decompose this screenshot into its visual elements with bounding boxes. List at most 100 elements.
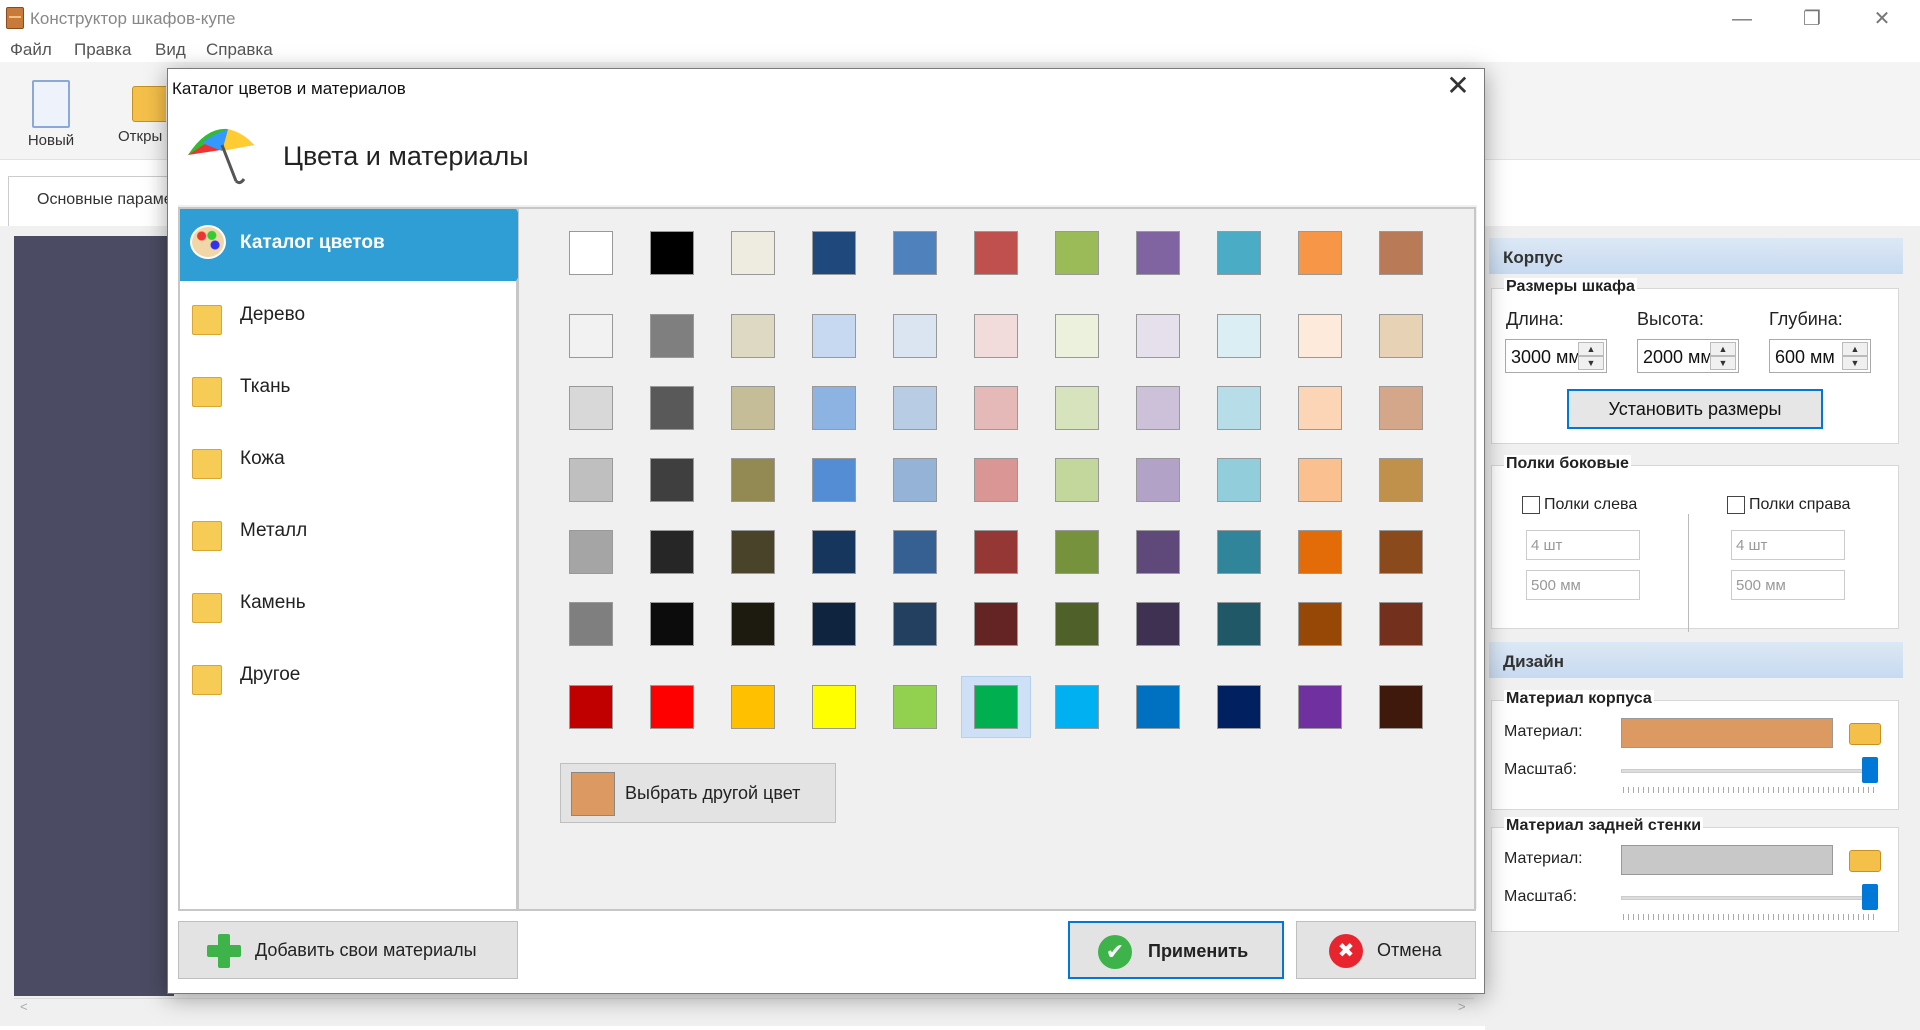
color-swatch[interactable]	[1055, 314, 1099, 358]
color-swatch[interactable]	[1298, 386, 1342, 430]
color-swatch[interactable]	[974, 231, 1018, 275]
color-swatch[interactable]	[1136, 685, 1180, 729]
color-swatch[interactable]	[1298, 685, 1342, 729]
color-swatch[interactable]	[1136, 458, 1180, 502]
color-swatch[interactable]	[569, 685, 613, 729]
scroll-left-icon[interactable]: <	[20, 999, 28, 1014]
color-swatch[interactable]	[650, 602, 694, 646]
category-color-catalog[interactable]: Каталог цветов	[180, 209, 538, 281]
color-swatch[interactable]	[1136, 386, 1180, 430]
color-swatch[interactable]	[1298, 231, 1342, 275]
back-material-swatch[interactable]	[1621, 845, 1833, 875]
color-swatch[interactable]	[650, 685, 694, 729]
left-shelves-size-input[interactable]: 500 мм	[1526, 570, 1640, 600]
color-swatch[interactable]	[650, 314, 694, 358]
color-swatch[interactable]	[1055, 685, 1099, 729]
color-swatch[interactable]	[893, 458, 937, 502]
color-swatch[interactable]	[812, 685, 856, 729]
color-swatch[interactable]	[731, 458, 775, 502]
3d-viewport[interactable]	[14, 236, 174, 996]
scroll-right-icon[interactable]: >	[1458, 999, 1466, 1014]
color-swatch[interactable]	[1136, 602, 1180, 646]
depth-down-icon[interactable]: ▼	[1842, 356, 1868, 370]
length-up-icon[interactable]: ▲	[1578, 342, 1604, 356]
apply-button[interactable]: ✔ Применить	[1068, 921, 1284, 979]
color-swatch[interactable]	[812, 458, 856, 502]
color-swatch[interactable]	[1379, 685, 1423, 729]
color-swatch[interactable]	[731, 602, 775, 646]
open-button[interactable]: Откры	[104, 70, 166, 145]
category-stone[interactable]: Камень	[180, 569, 516, 641]
depth-stepper[interactable]: 600 мм ▲ ▼	[1769, 339, 1871, 373]
color-swatch[interactable]	[650, 530, 694, 574]
category-fabric[interactable]: Ткань	[180, 353, 516, 425]
right-shelves-count-input[interactable]: 4 шт	[1731, 530, 1845, 560]
color-swatch[interactable]	[650, 386, 694, 430]
back-scale-track[interactable]	[1621, 896, 1875, 900]
color-swatch[interactable]	[974, 386, 1018, 430]
depth-value[interactable]: 600 мм	[1775, 347, 1835, 368]
color-swatch[interactable]	[650, 458, 694, 502]
color-swatch[interactable]	[1055, 530, 1099, 574]
color-swatch[interactable]	[1379, 530, 1423, 574]
horizontal-scrollbar[interactable]: < >	[14, 998, 1474, 1016]
body-material-folder-icon[interactable]	[1849, 723, 1881, 745]
color-swatch[interactable]	[1217, 314, 1261, 358]
height-value[interactable]: 2000 мм	[1643, 347, 1713, 368]
color-swatch[interactable]	[1217, 458, 1261, 502]
color-swatch[interactable]	[974, 685, 1018, 729]
dialog-close-button[interactable]: ✕	[1436, 69, 1480, 103]
color-swatch[interactable]	[974, 314, 1018, 358]
color-swatch[interactable]	[1379, 602, 1423, 646]
color-swatch[interactable]	[569, 386, 613, 430]
color-swatch[interactable]	[1217, 386, 1261, 430]
color-swatch[interactable]	[731, 386, 775, 430]
height-stepper[interactable]: 2000 мм ▲ ▼	[1637, 339, 1739, 373]
back-material-folder-icon[interactable]	[1849, 850, 1881, 872]
minimize-button[interactable]: —	[1716, 4, 1768, 34]
body-scale-track[interactable]	[1621, 769, 1875, 773]
body-material-swatch[interactable]	[1621, 718, 1833, 748]
color-swatch[interactable]	[812, 386, 856, 430]
color-swatch[interactable]	[1136, 530, 1180, 574]
color-swatch[interactable]	[1217, 530, 1261, 574]
color-swatch[interactable]	[974, 602, 1018, 646]
category-other[interactable]: Другое	[180, 641, 516, 713]
depth-up-icon[interactable]: ▲	[1842, 342, 1868, 356]
color-swatch[interactable]	[1298, 314, 1342, 358]
color-swatch[interactable]	[812, 602, 856, 646]
korpus-header[interactable]: Корпус	[1489, 238, 1903, 274]
color-swatch[interactable]	[893, 314, 937, 358]
left-shelves-label[interactable]: Полки слева	[1544, 496, 1637, 514]
color-swatch[interactable]	[569, 602, 613, 646]
color-swatch[interactable]	[1055, 386, 1099, 430]
right-shelves-label[interactable]: Полки справа	[1749, 496, 1850, 514]
right-shelves-size-input[interactable]: 500 мм	[1731, 570, 1845, 600]
category-metal[interactable]: Металл	[180, 497, 516, 569]
color-swatch[interactable]	[731, 530, 775, 574]
color-swatch[interactable]	[1217, 685, 1261, 729]
height-up-icon[interactable]: ▲	[1710, 342, 1736, 356]
category-leather[interactable]: Кожа	[180, 425, 516, 497]
color-swatch[interactable]	[812, 314, 856, 358]
left-shelves-checkbox[interactable]	[1522, 496, 1540, 514]
color-swatch[interactable]	[650, 231, 694, 275]
length-value[interactable]: 3000 мм	[1511, 347, 1581, 368]
design-header[interactable]: Дизайн	[1489, 642, 1903, 678]
color-swatch[interactable]	[731, 314, 775, 358]
color-swatch[interactable]	[1379, 231, 1423, 275]
menu-edit[interactable]: Правка	[74, 40, 131, 60]
new-button[interactable]: Новый	[6, 70, 96, 149]
color-swatch[interactable]	[569, 314, 613, 358]
cancel-button[interactable]: ✖ Отмена	[1296, 921, 1476, 979]
color-swatch[interactable]	[1217, 231, 1261, 275]
color-swatch[interactable]	[812, 530, 856, 574]
body-scale-thumb[interactable]	[1862, 757, 1878, 783]
color-swatch[interactable]	[1298, 602, 1342, 646]
color-swatch[interactable]	[812, 231, 856, 275]
color-swatch[interactable]	[893, 602, 937, 646]
category-wood[interactable]: Дерево	[180, 281, 516, 353]
color-swatch[interactable]	[1379, 314, 1423, 358]
menu-view[interactable]: Вид	[155, 40, 186, 60]
color-swatch[interactable]	[1379, 458, 1423, 502]
